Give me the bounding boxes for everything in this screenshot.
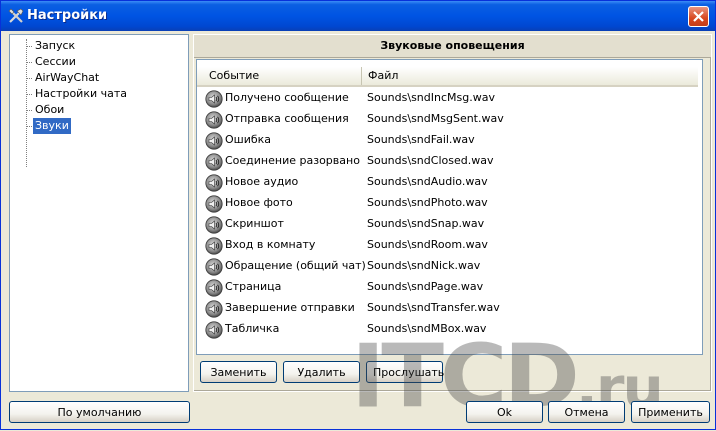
speaker-icon [205,195,223,213]
speaker-icon [205,111,223,129]
sound-file-path: Sounds\sndFail.wav [367,133,475,146]
tools-icon [8,8,24,24]
close-button[interactable] [688,6,709,27]
list-row[interactable]: Вход в комнату Sounds\sndRoom.wav [205,235,695,256]
list-row[interactable]: Отправка сообщения Sounds\sndMsgSent.wav [205,109,695,130]
sound-file-path: Sounds\sndPage.wav [367,280,484,293]
list-header: Событие Файл [197,67,698,87]
tree-connector [26,39,27,167]
nav-item-label: Сессии [35,55,76,68]
cancel-button[interactable]: Отмена [548,401,625,423]
sound-file-path: Sounds\sndClosed.wav [367,154,494,167]
sound-file-path: Sounds\sndTransfer.wav [367,301,500,314]
ok-button[interactable]: Ok [466,401,543,423]
sound-file-path: Sounds\sndNick.wav [367,259,481,272]
window-title: Настройки [27,8,108,23]
event-name: Табличка [225,322,280,335]
apply-button[interactable]: Применить [631,401,710,423]
event-name: Получено сообщение [225,91,349,104]
event-name: Ошибка [225,133,272,146]
close-icon [693,11,704,22]
event-name: Скриншот [225,217,284,230]
sound-file-path: Sounds\sndIncMsg.wav [367,91,495,104]
sound-file-path: Sounds\sndPhoto.wav [367,196,488,209]
replace-button[interactable]: Заменить [200,361,277,383]
sound-file-path: Sounds\sndAudio.wav [367,175,488,188]
nav-item-label: Настройки чата [35,87,128,100]
listen-button[interactable]: Прослушать [366,361,444,383]
event-name: Соединение разорвано [225,154,360,167]
list-row[interactable]: Новое фото Sounds\sndPhoto.wav [205,193,695,214]
list-row[interactable]: Получено сообщение Sounds\sndIncMsg.wav [205,88,695,109]
event-name: Отправка сообщения [225,112,349,125]
sound-events-list[interactable]: Событие Файл Получено сообщение Sounds\sn… [196,59,703,355]
sound-file-path: Sounds\sndMsgSent.wav [367,112,504,125]
sound-file-path: Sounds\sndRoom.wav [367,238,488,251]
list-row[interactable]: Завершение отправки Sounds\sndTransfer.wa… [205,298,695,319]
list-row[interactable]: Табличка Sounds\sndMBox.wav [205,319,695,340]
speaker-icon [205,300,223,318]
list-row[interactable]: Обращение (общий чат) Sounds\sndNick.wav [205,256,695,277]
settings-nav-tree[interactable]: Запуск Сессии AirWayChat Настройки чата … [9,34,189,392]
speaker-icon [205,153,223,171]
sound-file-path: Sounds\sndMBox.wav [367,322,487,335]
settings-window: Настройки Запуск Сессии AirWayChat Настр… [0,0,716,430]
speaker-icon [205,321,223,339]
speaker-icon [205,90,223,108]
list-row[interactable]: Новое аудио Sounds\sndAudio.wav [205,172,695,193]
speaker-icon [205,132,223,150]
speaker-icon [205,174,223,192]
list-row[interactable]: Страница Sounds\sndPage.wav [205,277,695,298]
list-row[interactable]: Скриншот Sounds\sndSnap.wav [205,214,695,235]
event-name: Новое аудио [225,175,299,188]
nav-item-label: Обои [35,103,65,116]
event-name: Завершение отправки [225,301,355,314]
nav-item-label: AirWayChat [35,71,100,84]
speaker-icon [205,237,223,255]
title-bar[interactable]: Настройки [1,1,715,31]
nav-item-label: Запуск [35,39,76,52]
speaker-icon [205,216,223,234]
event-name: Обращение (общий чат) [225,259,366,272]
speaker-icon [205,279,223,297]
column-header-event[interactable]: Событие [203,67,357,85]
event-name: Страница [225,280,282,293]
list-row[interactable]: Ошибка Sounds\sndFail.wav [205,130,695,151]
delete-button[interactable]: Удалить [283,361,360,383]
column-header-file[interactable]: Файл [361,67,699,85]
panel-title: Звуковые оповещения [194,35,711,58]
speaker-icon [205,258,223,276]
nav-item-label: Звуки [33,118,71,134]
list-row[interactable]: Соединение разорвано Sounds\sndClosed.wav [205,151,695,172]
sound-file-path: Sounds\sndSnap.wav [367,217,485,230]
defaults-button[interactable]: По умолчанию [9,401,190,423]
event-name: Новое фото [225,196,293,209]
event-name: Вход в комнату [225,238,316,251]
